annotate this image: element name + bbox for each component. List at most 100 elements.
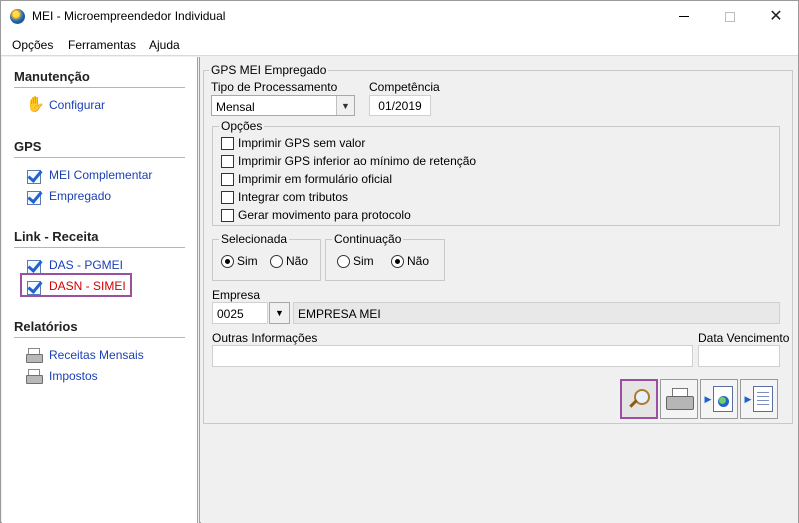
- section-title-relatorios: Relatórios: [14, 319, 78, 334]
- check-icon: [26, 167, 43, 184]
- arrow-right-icon: ▶: [744, 393, 752, 404]
- magnifier-preview-icon: [628, 388, 650, 410]
- section-divider: [14, 87, 185, 88]
- tipo-processamento-value: Mensal: [216, 100, 255, 114]
- option-integrar-tributos[interactable]: Integrar com tributos: [221, 190, 348, 204]
- menu-bar: Opções Ferramentas Ajuda: [1, 32, 798, 56]
- close-button[interactable]: ✕: [753, 1, 799, 32]
- arrow-right-icon: ▶: [704, 393, 712, 404]
- check-icon: [26, 257, 43, 274]
- sidebar-item-label: Receitas Mensais: [49, 348, 144, 362]
- radio-icon[interactable]: [337, 254, 350, 268]
- printer-icon: [666, 388, 694, 410]
- print-button[interactable]: [660, 379, 698, 419]
- tipo-processamento-select[interactable]: Mensal ▼: [211, 95, 355, 116]
- option-label: Gerar movimento para protocolo: [238, 208, 411, 222]
- section-title-manutencao: Manutenção: [14, 69, 90, 84]
- competencia-label: Competência: [369, 80, 440, 94]
- option-imprimir-sem-valor[interactable]: Imprimir GPS sem valor: [221, 136, 365, 150]
- maximize-icon: [725, 11, 735, 22]
- continuacao-sim-radio[interactable]: Sim: [337, 254, 374, 268]
- sidebar-item-empregado[interactable]: Empregado: [26, 187, 111, 205]
- main-panel: GPS MEI Empregado Tipo de Processamento …: [201, 57, 798, 523]
- option-label: Imprimir em formulário oficial: [238, 172, 393, 186]
- printer-icon: [26, 347, 43, 363]
- checkbox[interactable]: [221, 208, 234, 222]
- group-title: GPS MEI Empregado: [209, 63, 329, 77]
- checkbox[interactable]: [221, 136, 234, 150]
- sidebar-item-receitas-mensais[interactable]: Receitas Mensais: [26, 346, 144, 364]
- option-formulario-oficial[interactable]: Imprimir em formulário oficial: [221, 172, 392, 186]
- sidebar-item-configurar[interactable]: ✋ Configurar: [26, 96, 105, 114]
- menu-opcoes[interactable]: Opções: [12, 38, 53, 52]
- window-title: MEI - Microempreendedor Individual: [32, 9, 226, 23]
- check-icon: [26, 188, 43, 205]
- selecionada-sim-radio[interactable]: Sim: [221, 254, 258, 268]
- outras-informacoes-input[interactable]: [212, 345, 693, 367]
- chevron-down-icon: ▼: [275, 308, 284, 318]
- close-icon: ✕: [769, 7, 783, 25]
- section-title-link-receita: Link - Receita: [14, 229, 99, 244]
- data-vencimento-input[interactable]: [698, 345, 780, 367]
- checkbox[interactable]: [221, 154, 234, 168]
- sidebar-item-label: Empregado: [49, 189, 112, 203]
- option-imprimir-inferior-minimo[interactable]: Imprimir GPS inferior ao mínimo de reten…: [221, 154, 476, 168]
- sidebar-item-mei-complementar[interactable]: MEI Complementar: [26, 166, 152, 184]
- option-label: Integrar com tributos: [238, 190, 349, 204]
- radio-selected-icon[interactable]: [391, 254, 404, 268]
- empresa-label: Empresa: [212, 288, 261, 302]
- opcoes-title: Opções: [219, 119, 265, 133]
- selecionada-title: Selecionada: [219, 232, 290, 246]
- sidebar-item-label: DAS - PGMEI: [49, 258, 124, 272]
- export-text-document-icon: [753, 386, 774, 412]
- sidebar-item-impostos[interactable]: Impostos: [26, 367, 98, 385]
- section-title-gps: GPS: [14, 139, 42, 154]
- export-text-button[interactable]: ▶: [740, 379, 778, 419]
- title-bar: MEI - Microempreendedor Individual ✕: [1, 1, 798, 32]
- continuacao-nao-radio[interactable]: Não: [391, 254, 429, 268]
- checkbox[interactable]: [221, 172, 234, 186]
- option-gerar-movimento[interactable]: Gerar movimento para protocolo: [221, 208, 411, 222]
- tipo-processamento-label: Tipo de Processamento: [211, 80, 338, 94]
- option-label: Imprimir GPS inferior ao mínimo de reten…: [238, 154, 477, 168]
- empresa-name-field: EMPRESA MEI: [293, 302, 780, 324]
- section-divider: [14, 157, 185, 158]
- globe-icon: [718, 396, 730, 407]
- chevron-down-icon[interactable]: ▼: [336, 96, 354, 115]
- menu-ferramentas[interactable]: Ferramentas: [68, 38, 136, 52]
- menu-ajuda[interactable]: Ajuda: [149, 38, 180, 52]
- printer-icon: [26, 368, 43, 384]
- panel-splitter[interactable]: [197, 57, 200, 523]
- option-label: Imprimir GPS sem valor: [238, 136, 366, 150]
- radio-selected-icon[interactable]: [221, 254, 234, 268]
- app-logo-icon: [10, 9, 25, 24]
- radio-label: Sim: [237, 254, 258, 268]
- text-lines-icon: [757, 392, 770, 406]
- export-web-document-icon: [713, 386, 734, 412]
- app-window: MEI - Microempreendedor Individual ✕ Opç…: [0, 0, 799, 523]
- section-divider: [14, 337, 185, 338]
- checkbox[interactable]: [221, 190, 234, 204]
- continuacao-title: Continuação: [332, 232, 404, 246]
- radio-label: Não: [286, 254, 309, 268]
- sidebar-item-das-pgmei[interactable]: DAS - PGMEI: [26, 256, 123, 274]
- empresa-lookup-button[interactable]: ▼: [269, 302, 290, 324]
- radio-label: Não: [407, 254, 430, 268]
- minimize-icon: [679, 16, 689, 17]
- radio-label: Sim: [353, 254, 374, 268]
- sidebar-item-label: Configurar: [49, 98, 106, 112]
- selecionada-nao-radio[interactable]: Não: [270, 254, 308, 268]
- empresa-code-input[interactable]: 0025: [212, 302, 268, 324]
- competencia-input[interactable]: 01/2019: [369, 95, 431, 116]
- maximize-button[interactable]: [707, 1, 753, 32]
- export-web-button[interactable]: ▶: [700, 379, 738, 419]
- highlight-box: [20, 273, 132, 297]
- data-vencimento-label: Data Vencimento: [698, 331, 790, 345]
- gear-hand-icon: ✋: [26, 96, 45, 113]
- outras-informacoes-label: Outras Informações: [212, 331, 318, 345]
- preview-button[interactable]: [620, 379, 658, 419]
- radio-icon[interactable]: [270, 254, 283, 268]
- minimize-button[interactable]: [661, 1, 707, 32]
- section-divider: [14, 247, 185, 248]
- sidebar-item-label: MEI Complementar: [49, 168, 153, 182]
